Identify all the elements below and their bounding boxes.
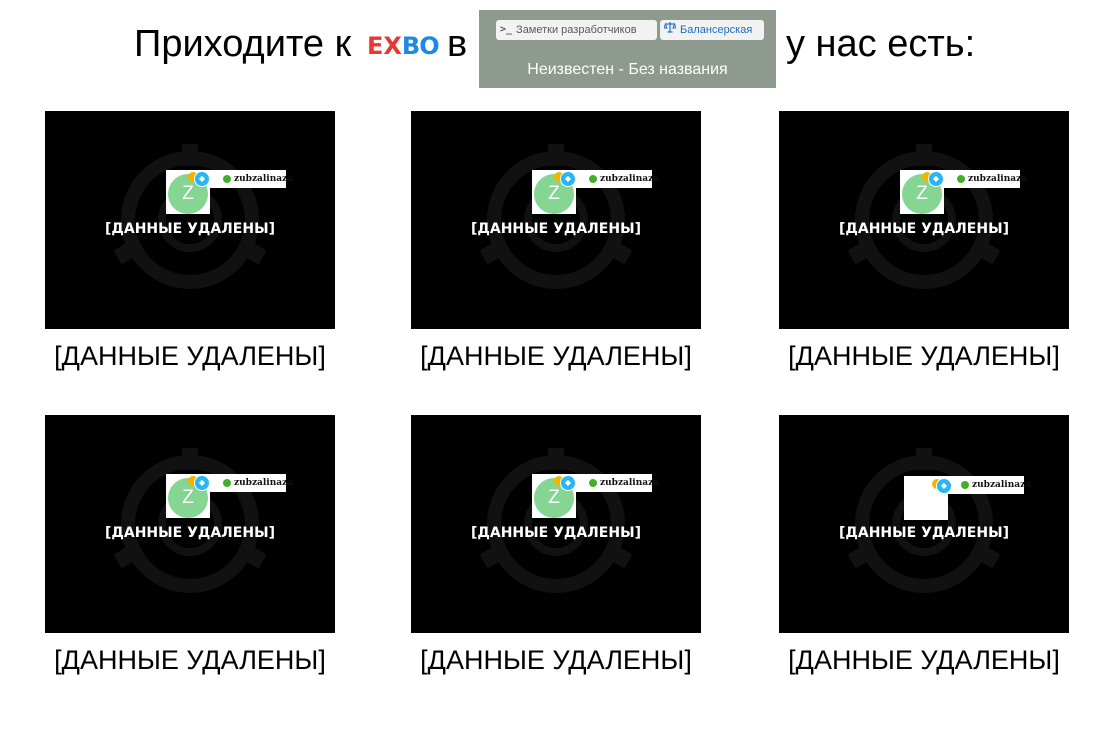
header-text-after: у нас есть:	[786, 23, 976, 65]
user-badge: Z ◆ zubzalinaza	[900, 170, 1027, 214]
diamond-icon: ◆	[560, 475, 576, 491]
username: zubzalinaza	[600, 478, 660, 488]
logo-part-x: X	[383, 32, 401, 60]
card-4: Z ◆ zubzalinaza [ДАННЫЕ УДАЛЕНЫ] [ДАННЫЕ…	[45, 415, 335, 677]
card-2: Z ◆ zubzalinaza [ДАННЫЕ УДАЛЕНЫ] [ДАННЫЕ…	[411, 111, 701, 373]
status-text: Неизвестен - Без названия	[527, 61, 728, 78]
tag-balance-label: Балансерская	[680, 24, 753, 36]
exbo-logo: E X BO	[367, 32, 440, 60]
card-caption: [ДАННЫЕ УДАЛЕНЫ]	[420, 341, 692, 371]
user-badge: Z ◆ zubzalinaza	[532, 474, 659, 518]
user-badge: Z ◆ zubzalinaza	[166, 474, 293, 518]
card-image: ◆ zubzalinaza [ДАННЫЕ УДАЛЕНЫ]	[779, 415, 1069, 633]
logo-part-e: E	[367, 32, 383, 60]
tag-dev-notes[interactable]: >_ Заметки разработчиков	[496, 20, 657, 40]
online-dot-icon	[223, 479, 231, 487]
card-1: Z ◆ zubzalinaza [ДАННЫЕ УДАЛЕНЫ] [ДАННЫЕ…	[45, 111, 335, 373]
username: zubzalinaza	[234, 478, 294, 488]
online-dot-icon	[589, 479, 597, 487]
card-caption: [ДАННЫЕ УДАЛЕНЫ]	[420, 645, 692, 675]
header-text-between: в	[447, 23, 468, 65]
online-dot-icon	[957, 175, 965, 183]
image-overlay-text: [ДАННЫЕ УДАЛЕНЫ]	[105, 525, 275, 541]
tag-dev-notes-label: Заметки разработчиков	[516, 24, 637, 36]
user-badge: Z ◆ zubzalinaza	[166, 170, 293, 214]
username: zubzalinaza	[600, 174, 660, 184]
card-image: Z ◆ zubzalinaza [ДАННЫЕ УДАЛЕНЫ]	[45, 415, 335, 633]
online-dot-icon	[961, 481, 969, 489]
user-badge: Z ◆ zubzalinaza	[532, 170, 659, 214]
header-text-before: Приходите к	[134, 23, 352, 65]
tag-balance[interactable]: Балансерская	[660, 20, 764, 40]
card-image: Z ◆ zubzalinaza [ДАННЫЕ УДАЛЕНЫ]	[45, 111, 335, 329]
card-caption: [ДАННЫЕ УДАЛЕНЫ]	[54, 341, 326, 371]
username: zubzalinaza	[234, 174, 294, 184]
card-image: Z ◆ zubzalinaza [ДАННЫЕ УДАЛЕНЫ]	[411, 415, 701, 633]
logo-part-bo: BO	[401, 32, 440, 60]
online-dot-icon	[589, 175, 597, 183]
image-overlay-text: [ДАННЫЕ УДАЛЕНЫ]	[471, 525, 641, 541]
header: Приходите к E X BO в >_ Заметки разработчи…	[0, 0, 1113, 100]
diamond-icon: ◆	[928, 171, 944, 187]
terminal-icon: >_	[500, 24, 513, 35]
card-5: Z ◆ zubzalinaza [ДАННЫЕ УДАЛЕНЫ] [ДАННЫЕ…	[411, 415, 701, 677]
diamond-icon: ◆	[194, 475, 210, 491]
username: zubzalinaza	[972, 480, 1032, 490]
card-image: Z ◆ zubzalinaza [ДАННЫЕ УДАЛЕНЫ]	[411, 111, 701, 329]
image-overlay-text: [ДАННЫЕ УДАЛЕНЫ]	[839, 525, 1009, 541]
diamond-icon: ◆	[560, 171, 576, 187]
card-image: Z ◆ zubzalinaza [ДАННЫЕ УДАЛЕНЫ]	[779, 111, 1069, 329]
image-overlay-text: [ДАННЫЕ УДАЛЕНЫ]	[471, 221, 641, 237]
forum-tags-panel: >_ Заметки разработчиков Балансерская Не…	[479, 10, 776, 88]
scales-icon	[663, 20, 677, 40]
username: zubzalinaza	[968, 174, 1028, 184]
user-badge: ◆ zubzalinaza	[904, 476, 1031, 520]
image-overlay-text: [ДАННЫЕ УДАЛЕНЫ]	[839, 221, 1009, 237]
card-caption: [ДАННЫЕ УДАЛЕНЫ]	[788, 341, 1060, 371]
diamond-icon: ◆	[936, 478, 952, 494]
diamond-icon: ◆	[194, 171, 210, 187]
card-6: ◆ zubzalinaza [ДАННЫЕ УДАЛЕНЫ] [ДАННЫЕ У…	[779, 415, 1069, 677]
card-caption: [ДАННЫЕ УДАЛЕНЫ]	[788, 645, 1060, 675]
card-3: Z ◆ zubzalinaza [ДАННЫЕ УДАЛЕНЫ] [ДАННЫЕ…	[779, 111, 1069, 373]
card-caption: [ДАННЫЕ УДАЛЕНЫ]	[54, 645, 326, 675]
online-dot-icon	[223, 175, 231, 183]
image-overlay-text: [ДАННЫЕ УДАЛЕНЫ]	[105, 221, 275, 237]
